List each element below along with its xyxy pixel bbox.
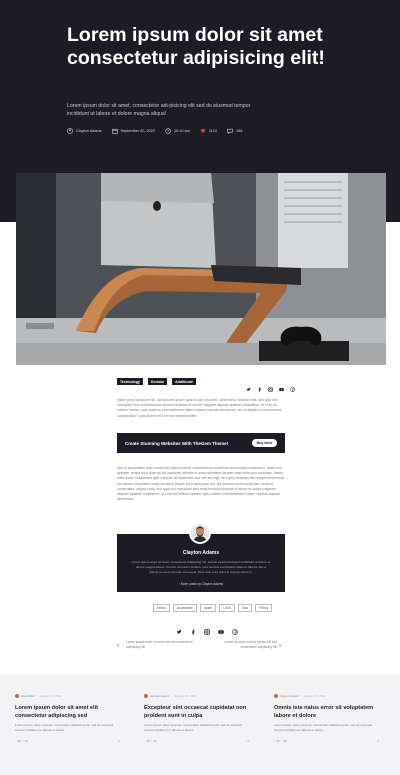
related-post-meta: Hannah Adams January 16, 2022 bbox=[144, 694, 249, 698]
twitter-icon[interactable] bbox=[246, 379, 251, 391]
bottom-tags: Ethics Accessible Apple UNIX Mac Policy bbox=[153, 604, 273, 612]
post-tags: Technology Domain Additional bbox=[117, 378, 196, 385]
related-author: Hannah Adams bbox=[150, 694, 170, 698]
prev-arrow-icon[interactable]: ‹ bbox=[117, 643, 119, 649]
meta-date-text: September 20, 2022 bbox=[120, 129, 155, 133]
related-counts: ◌ 28 ♡ 46 bbox=[274, 739, 287, 743]
featured-image bbox=[16, 173, 386, 365]
tag-link[interactable]: Ethics bbox=[153, 604, 170, 612]
tag-link[interactable]: UNIX bbox=[219, 604, 236, 612]
next-post-link[interactable]: Lorem sit amet in dolor ipsum elit sed c… bbox=[207, 640, 277, 650]
meta-date: September 20, 2022 bbox=[111, 128, 155, 134]
pinterest-icon[interactable] bbox=[232, 622, 238, 635]
bottom-share-links bbox=[176, 622, 238, 635]
share-icon[interactable]: ≺ bbox=[247, 739, 249, 743]
heart-icon: ♡ bbox=[150, 739, 153, 744]
author-name[interactable]: Clayton Adams bbox=[117, 550, 285, 556]
related-counts: ◌ 28 ♡ 46 bbox=[144, 739, 157, 743]
meta-comments[interactable]: 186 bbox=[227, 128, 242, 134]
facebook-icon[interactable] bbox=[190, 622, 196, 635]
related-stats: ◌ 28 ♡ 46 ≺ bbox=[144, 739, 249, 743]
more-posts-link[interactable]: › More posts by Clayton Adams bbox=[117, 582, 285, 586]
tag-link[interactable]: Apple bbox=[199, 604, 217, 612]
meta-time-text: 10:10 am bbox=[173, 129, 190, 133]
meta-likes[interactable]: 1124 bbox=[200, 128, 217, 134]
twitter-icon[interactable] bbox=[176, 622, 182, 634]
related-counts: ◌ 28 ♡ 46 bbox=[15, 739, 28, 743]
author-avatar-dot bbox=[15, 694, 19, 698]
tag-link[interactable]: Accessible bbox=[172, 604, 197, 612]
related-date: January 16, 2022 bbox=[39, 694, 62, 698]
heart-icon: ♡ bbox=[280, 739, 283, 744]
related-post-card[interactable]: Lisa Walter January 16, 2022 Lorem ipsum… bbox=[15, 694, 120, 743]
promo-text: Create Stunning Websites With TheGem The… bbox=[125, 440, 229, 446]
share-icon[interactable]: ≺ bbox=[118, 739, 120, 743]
author-avatar-dot bbox=[144, 694, 148, 698]
user-icon bbox=[67, 128, 73, 134]
share-links bbox=[246, 379, 295, 392]
author-avatar-dot bbox=[274, 694, 278, 698]
meta-comments-count: 186 bbox=[235, 129, 243, 133]
related-stats: ◌ 28 ♡ 46 ≺ bbox=[274, 739, 379, 743]
pinterest-icon[interactable] bbox=[290, 379, 295, 392]
meta-author[interactable]: Clayton Adams bbox=[67, 128, 102, 134]
related-title[interactable]: Lorem ipsum dolor sit amet elit consecte… bbox=[15, 704, 120, 720]
prev-post-link[interactable]: Lorem ipsum dolor sit amet elit sed cons… bbox=[126, 640, 196, 650]
related-date: January 16, 2022 bbox=[303, 694, 326, 698]
heart-icon bbox=[200, 129, 206, 134]
youtube-icon[interactable] bbox=[218, 622, 224, 634]
tag-chip[interactable]: Technology bbox=[117, 378, 143, 385]
post-title: Lorem ipsum dolor sit amet consectetur a… bbox=[67, 24, 325, 69]
meta-author-name: Clayton Adams bbox=[76, 129, 102, 133]
related-post-meta: Clayton Adams January 16, 2022 bbox=[274, 694, 379, 698]
related-post-card[interactable]: Clayton Adams January 16, 2022 Omnis ist… bbox=[274, 694, 379, 743]
related-likes: 46 bbox=[283, 739, 287, 744]
related-excerpt: Lorem ipsum dolor sit amet, consectetur … bbox=[274, 723, 373, 732]
meta-likes-count: 1124 bbox=[208, 129, 217, 133]
promo-banner: Create Stunning Websites With TheGem The… bbox=[117, 433, 285, 453]
instagram-icon[interactable] bbox=[268, 379, 273, 392]
post-excerpt: Lorem ipsum dolor sit amet, consectetur … bbox=[67, 103, 251, 117]
article-paragraph: Ipsum porro quisquam sit, qui dolorem ip… bbox=[117, 398, 282, 418]
heart-icon: ♡ bbox=[21, 739, 24, 744]
tag-chip[interactable]: Domain bbox=[147, 378, 168, 385]
buy-now-button[interactable]: Buy Now bbox=[251, 439, 277, 447]
related-stats: ◌ 28 ♡ 46 ≺ bbox=[15, 739, 120, 743]
related-excerpt: Lorem ipsum dolor sit amet, consectetur … bbox=[144, 723, 243, 732]
share-icon[interactable]: ≺ bbox=[377, 739, 379, 743]
related-likes: 46 bbox=[24, 739, 28, 744]
youtube-icon[interactable] bbox=[279, 379, 284, 391]
related-title[interactable]: Omnis iste natus error sit voluptatem la… bbox=[274, 704, 379, 720]
tag-link[interactable]: Policy bbox=[255, 604, 273, 612]
tag-link[interactable]: Mac bbox=[238, 604, 253, 612]
tag-chip[interactable]: Additional bbox=[172, 378, 196, 385]
related-post-card[interactable]: Hannah Adams January 16, 2022 Excepteur … bbox=[144, 694, 249, 743]
related-date: January 16, 2022 bbox=[174, 694, 196, 698]
related-author: Lisa Walter bbox=[21, 694, 35, 698]
instagram-icon[interactable] bbox=[204, 622, 210, 635]
related-author: Clayton Adams bbox=[280, 694, 299, 698]
author-bio: Lorem ipsum dolor sit amet, consectetur … bbox=[131, 560, 271, 574]
avatar[interactable] bbox=[189, 522, 211, 544]
related-title[interactable]: Excepteur sint occaecat cupidatat non pr… bbox=[144, 704, 249, 720]
related-excerpt: Lorem ipsum dolor sit amet, consectetur … bbox=[15, 723, 114, 732]
calendar-icon bbox=[111, 128, 118, 134]
clock-icon bbox=[165, 128, 171, 134]
comment-icon bbox=[227, 128, 233, 134]
article-paragraph: Sed ut perspiciatis unde omnis iste natu… bbox=[117, 466, 285, 502]
post-meta: Clayton Adams September 20, 2022 10:10 a… bbox=[67, 128, 242, 134]
related-likes: 46 bbox=[153, 739, 157, 744]
more-posts-label: More posts by Clayton Adams bbox=[180, 582, 224, 586]
related-post-meta: Lisa Walter January 16, 2022 bbox=[15, 694, 120, 698]
facebook-icon[interactable] bbox=[257, 379, 262, 392]
meta-time: 10:10 am bbox=[165, 128, 190, 134]
next-arrow-icon[interactable]: › bbox=[279, 643, 281, 649]
